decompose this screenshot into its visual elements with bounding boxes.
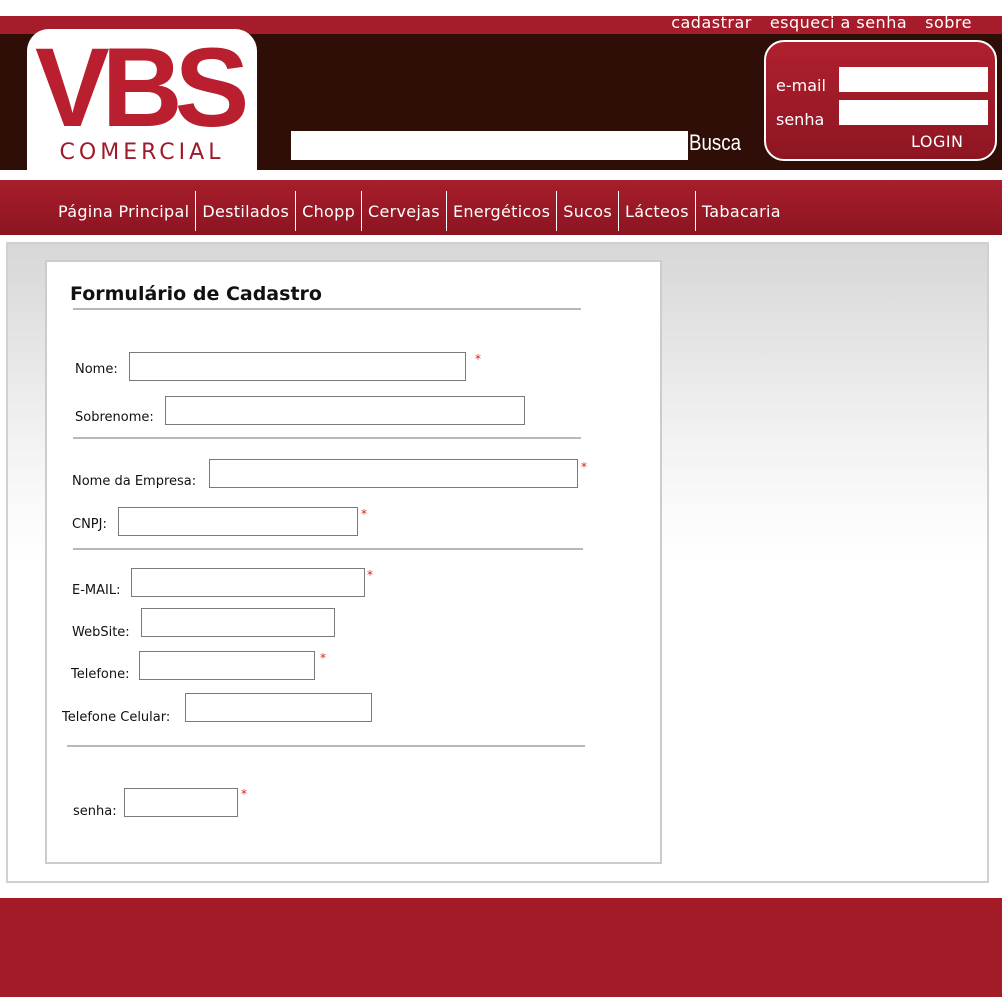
nav-item-pagina-principal[interactable]: Página Principal [52, 191, 195, 231]
logo-vbs-letters: VBS [35, 36, 254, 136]
sobrenome-label: Sobrenome: [75, 410, 154, 425]
nome-label: Nome: [75, 362, 118, 377]
nav-item-lacteos[interactable]: Lácteos [619, 191, 695, 231]
empresa-input[interactable] [209, 459, 578, 488]
login-password-label: senha [776, 110, 825, 129]
login-button[interactable]: LOGIN [911, 132, 964, 151]
senha-input[interactable] [124, 788, 238, 817]
required-marker: * [361, 507, 367, 521]
required-marker: * [367, 568, 373, 582]
nav-item-cervejas[interactable]: Cervejas [362, 191, 446, 231]
footer [0, 898, 1002, 997]
logo-subtitle: COMERCIAL [59, 140, 225, 165]
nav-item-sucos[interactable]: Sucos [557, 191, 618, 231]
cnpj-input[interactable] [118, 507, 358, 536]
website-input[interactable] [141, 608, 335, 637]
register-link[interactable]: cadastrar [671, 13, 752, 32]
svg-text:VBS: VBS [35, 36, 246, 136]
telefone-label: Telefone: [71, 667, 130, 682]
login-password-input[interactable] [839, 100, 988, 125]
nav-item-energeticos[interactable]: Energéticos [447, 191, 556, 231]
email-input[interactable] [131, 568, 365, 597]
required-marker: * [581, 460, 587, 474]
nav-item-destilados[interactable]: Destilados [196, 191, 295, 231]
website-label: WebSite: [72, 625, 130, 640]
empresa-label: Nome da Empresa: [72, 474, 197, 489]
registration-form-panel [45, 260, 662, 864]
required-marker: * [241, 787, 247, 801]
cnpj-label: CNPJ: [72, 517, 107, 532]
nome-input[interactable] [129, 352, 466, 381]
sobrenome-input[interactable] [165, 396, 525, 425]
divider [73, 437, 581, 439]
required-marker: * [320, 651, 326, 665]
login-email-label: e-mail [776, 76, 826, 95]
celular-label: Telefone Celular: [62, 710, 171, 725]
forgot-password-link[interactable]: esqueci a senha [770, 13, 907, 32]
senha-label: senha: [73, 804, 117, 819]
divider [73, 548, 583, 550]
login-email-input[interactable] [839, 67, 988, 92]
telefone-input[interactable] [139, 651, 315, 680]
email-label: E-MAIL: [72, 583, 121, 598]
divider [67, 745, 585, 747]
required-marker: * [475, 352, 481, 366]
top-links: cadastrar esqueci a senha sobre [671, 13, 972, 32]
nav-item-tabacaria[interactable]: Tabacaria [696, 191, 787, 231]
celular-input[interactable] [185, 693, 372, 722]
main-nav: Página Principal Destilados Chopp Cervej… [0, 180, 1002, 235]
about-link[interactable]: sobre [925, 13, 972, 32]
divider [73, 308, 581, 310]
login-panel: e-mail senha LOGIN [764, 40, 997, 161]
search-label[interactable]: Busca [689, 130, 741, 156]
form-title: Formulário de Cadastro [70, 283, 322, 305]
nav-item-chopp[interactable]: Chopp [296, 191, 361, 231]
search-input[interactable] [291, 131, 688, 160]
